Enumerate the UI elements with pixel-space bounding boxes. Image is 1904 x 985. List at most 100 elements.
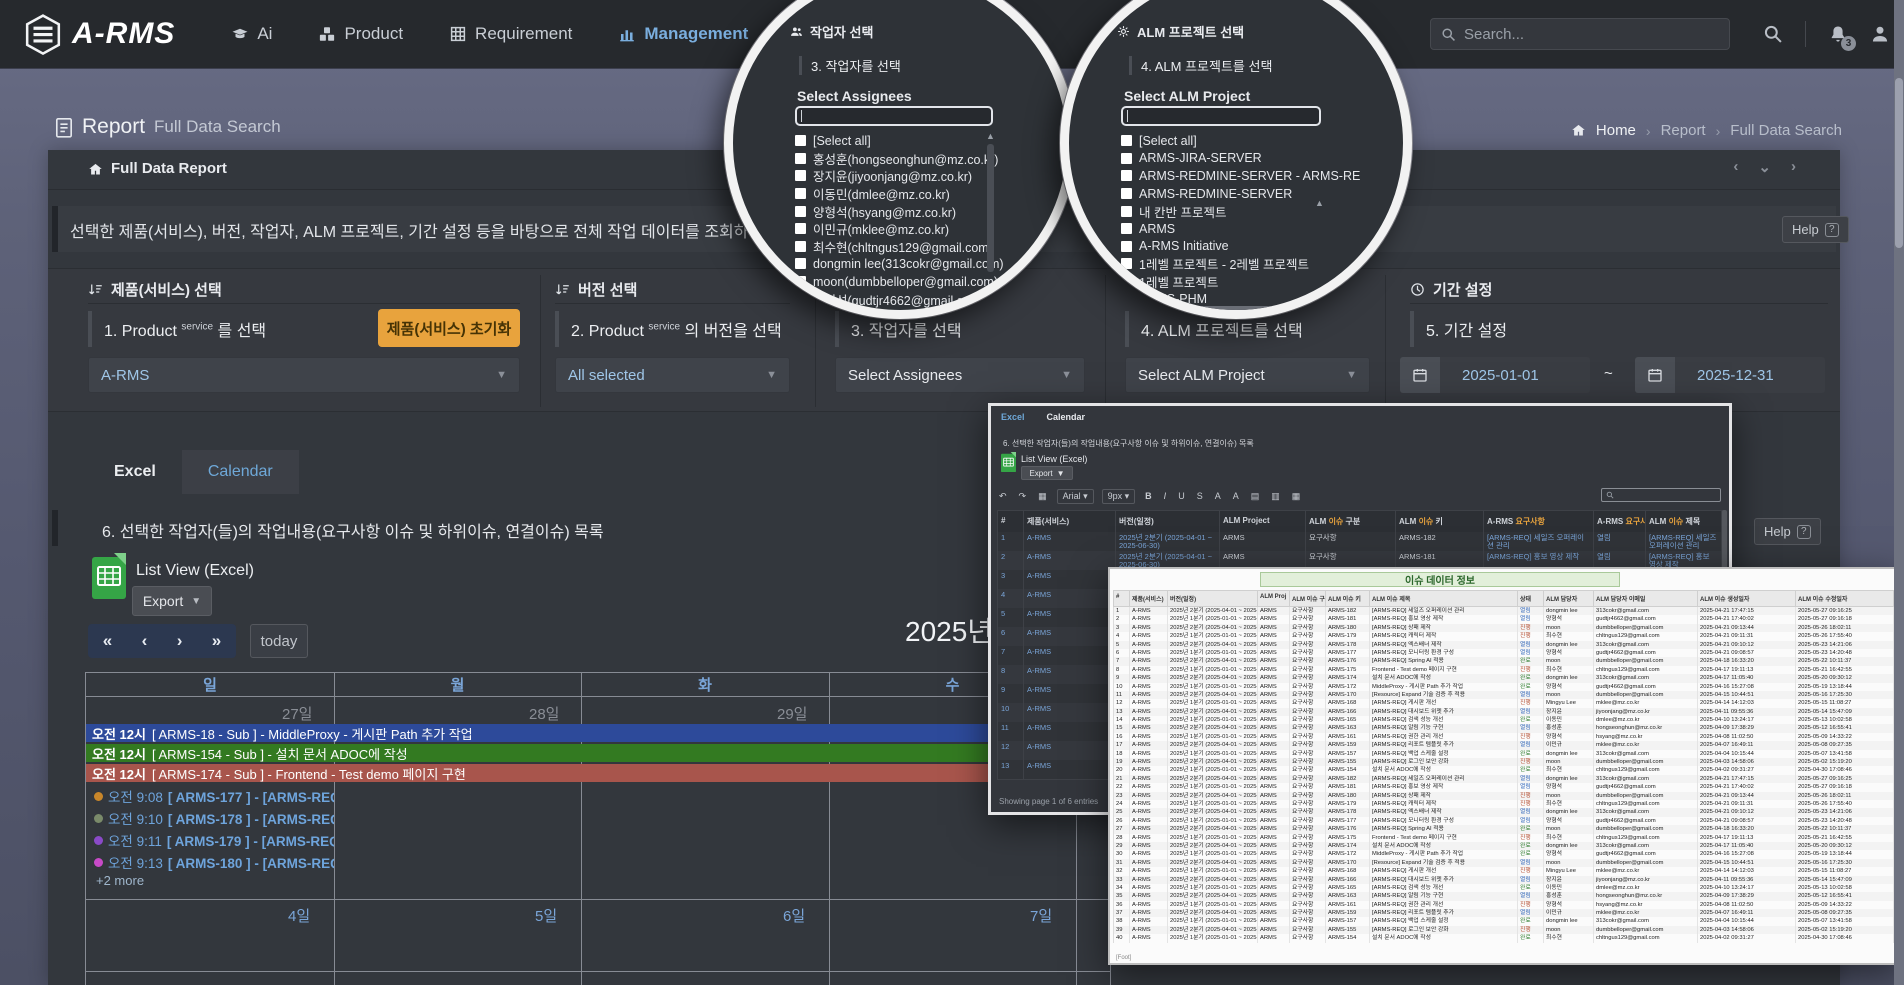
checkbox-icon[interactable] (1121, 188, 1132, 199)
font-family-select[interactable]: Arial ▾ (1057, 489, 1094, 504)
assignee-option[interactable]: 이민규(mklee@mz.co.kr) (795, 220, 995, 238)
checkbox-icon[interactable] (795, 170, 806, 181)
align-icon[interactable]: ▦ (1290, 491, 1303, 502)
popup-table-search[interactable] (1601, 488, 1721, 502)
alm-project-option[interactable]: [Select all] (1121, 132, 1319, 150)
more-events-link[interactable]: +2 more (96, 873, 144, 888)
today-button[interactable]: today (250, 624, 308, 658)
assignee-list-scrollbar[interactable] (987, 144, 994, 272)
issue-table-row[interactable]: 16A-RMS2025년 1분기 (2025-01-01 ~ 2025-03-3… (1113, 733, 1895, 741)
date-from-input[interactable]: 2025-01-01 (1400, 357, 1590, 393)
alm-project-option[interactable]: 1레벨 프로젝트 (1121, 273, 1319, 291)
alm-project-option[interactable]: ARMS-REDMINE-SERVER (1121, 185, 1319, 203)
issue-table-row[interactable]: 14A-RMS2025년 1분기 (2025-01-01 ~ 2025-03-3… (1113, 716, 1895, 724)
prev-year-button[interactable]: « (103, 631, 112, 651)
alm-project-option[interactable]: 내 칸반 프로젝트 (1121, 202, 1319, 220)
undo-icon[interactable]: ↶ (997, 491, 1009, 502)
issue-table-row[interactable]: 8A-RMS2025년 1분기 (2025-01-01 ~ 2025-03-31… (1113, 666, 1895, 674)
calendar-dot-event[interactable]: 오전 9:10 [ ARMS-178 ] - [ARMS-REQ] 엑스버 (94, 808, 334, 828)
panel-next-icon[interactable]: › (1791, 158, 1796, 176)
issue-table-row[interactable]: 34A-RMS2025년 1분기 (2025-01-01 ~ 2025-03-3… (1113, 884, 1895, 892)
assignee-dropdown-label[interactable]: Select Assignees (797, 88, 912, 104)
checkbox-icon[interactable] (1121, 258, 1132, 269)
checkbox-icon[interactable] (1121, 170, 1132, 181)
issue-table-row[interactable]: 28A-RMS2025년 1분기 (2025-01-01 ~ 2025-03-3… (1113, 834, 1895, 842)
issue-table-row[interactable]: 39A-RMS2025년 2분기 (2025-04-01 ~ 2025-06-3… (1113, 926, 1895, 934)
app-logo[interactable]: A-RMS (24, 14, 175, 54)
issue-table-row[interactable]: 38A-RMS2025년 1분기 (2025-01-01 ~ 2025-03-3… (1113, 917, 1895, 925)
issue-table-row[interactable]: 30A-RMS2025년 1분기 (2025-01-01 ~ 2025-03-3… (1113, 850, 1895, 858)
issue-table-row[interactable]: 2A-RMS2025년 1분기 (2025-01-01 ~ 2025-03-31… (1113, 615, 1895, 623)
date-to-input[interactable]: 2025-12-31 (1635, 357, 1825, 393)
checkbox-icon[interactable] (795, 258, 806, 269)
breadcrumb-report[interactable]: Report (1661, 122, 1706, 139)
font-size-select[interactable]: 9px ▾ (1102, 489, 1136, 504)
tab-excel[interactable]: Excel (88, 450, 182, 494)
checkbox-icon[interactable] (795, 153, 806, 164)
issue-table-row[interactable]: 22A-RMS2025년 1분기 (2025-01-01 ~ 2025-03-3… (1113, 783, 1895, 791)
issue-table-row[interactable]: 31A-RMS2025년 2분기 (2025-04-01 ~ 2025-06-3… (1113, 859, 1895, 867)
issue-table-row[interactable]: 40A-RMS2025년 1분기 (2025-01-01 ~ 2025-03-3… (1113, 934, 1895, 942)
checkbox-icon[interactable] (795, 241, 806, 252)
checkbox-icon[interactable] (795, 276, 806, 287)
next-month-button[interactable]: › (177, 631, 183, 651)
issue-table-row[interactable]: 36A-RMS2025년 1분기 (2025-01-01 ~ 2025-03-3… (1113, 901, 1895, 909)
calendar-dot-event[interactable]: 오전 9:08 [ ARMS-177 ] - [ARMS-REQ] 모니터 (94, 786, 334, 806)
assignee-select[interactable]: Select Assignees▼ (835, 357, 1085, 393)
issue-table-row[interactable]: 26A-RMS2025년 1분기 (2025-01-01 ~ 2025-03-3… (1113, 817, 1895, 825)
product-reset-button[interactable]: 제품(서비스) 초기화 (378, 309, 520, 347)
format-button[interactable]: B (1143, 491, 1154, 501)
issue-table-row[interactable]: 10A-RMS2025년 1분기 (2025-01-01 ~ 2025-03-3… (1113, 683, 1895, 691)
checkbox-icon[interactable] (1121, 153, 1132, 164)
issue-table-row[interactable]: 17A-RMS2025년 2분기 (2025-04-01 ~ 2025-06-3… (1113, 741, 1895, 749)
issue-table-row[interactable]: 18A-RMS2025년 1분기 (2025-01-01 ~ 2025-03-3… (1113, 750, 1895, 758)
issue-table-row[interactable]: 25A-RMS2025년 2분기 (2025-04-01 ~ 2025-06-3… (1113, 808, 1895, 816)
assignee-option[interactable]: 장지윤(jiyoonjang@mz.co.kr) (795, 167, 995, 185)
product-select[interactable]: A-RMS▼ (88, 357, 520, 393)
issue-table-row[interactable]: 35A-RMS2025년 2분기 (2025-04-01 ~ 2025-06-3… (1113, 892, 1895, 900)
issue-table-row[interactable]: 37A-RMS2025년 2분기 (2025-04-01 ~ 2025-06-3… (1113, 909, 1895, 917)
checkbox-icon[interactable] (1121, 206, 1132, 217)
global-search-input[interactable]: Search... (1430, 18, 1730, 50)
popup-tab-excel[interactable]: Excel (1001, 412, 1025, 422)
nav-item-requirement[interactable]: Requirement (449, 24, 572, 44)
scroll-up-icon[interactable]: ▲ (1315, 198, 1324, 208)
assignee-option[interactable]: 양형석(hsyang@mz.co.kr) (795, 202, 995, 220)
table-row[interactable]: 1A-RMS2025년 2분기 (2025-04-01 ~ 2025-06-30… (998, 532, 1722, 551)
alm-project-option[interactable]: ARMS (1121, 220, 1319, 238)
format-button[interactable]: I (1162, 491, 1169, 501)
calendar-bar-event[interactable]: 오전 12시[ ARMS-154 - Sub ] - 설치 문서 ADOC에 작… (86, 744, 1112, 762)
panel-prev-icon[interactable]: ‹ (1733, 158, 1738, 176)
scroll-up-icon[interactable]: ▲ (986, 131, 995, 141)
checkbox-icon[interactable] (795, 135, 806, 146)
nav-item-ai[interactable]: Ai (231, 24, 272, 44)
assignee-option[interactable]: [Select all] (795, 132, 995, 150)
issue-table-row[interactable]: 7A-RMS2025년 2분기 (2025-04-01 ~ 2025-06-30… (1113, 657, 1895, 665)
align-icon[interactable]: ▥ (1269, 491, 1282, 502)
assignee-filter-input[interactable] (795, 106, 993, 126)
breadcrumb-full-data-search[interactable]: Full Data Search (1730, 122, 1842, 139)
issue-table-row[interactable]: 6A-RMS2025년 1분기 (2025-01-01 ~ 2025-03-31… (1113, 649, 1895, 657)
help-button[interactable]: Help? (1754, 518, 1821, 545)
popup-tab-calendar[interactable]: Calendar (1047, 412, 1086, 422)
help-button[interactable]: Help? (1782, 216, 1849, 243)
alm-project-option[interactable]: ARMS-JIRA-SERVER (1121, 150, 1319, 168)
popup-export-button[interactable]: Export▼ (1021, 466, 1073, 480)
issue-table-row[interactable]: 12A-RMS2025년 1분기 (2025-01-01 ~ 2025-03-3… (1113, 699, 1895, 707)
paste-icon[interactable]: ▦ (1036, 491, 1049, 502)
checkbox-icon[interactable] (1121, 135, 1132, 146)
assignee-option[interactable]: 최수현(chltngus129@gmail.com) (795, 238, 995, 256)
checkbox-icon[interactable] (1121, 294, 1132, 305)
issue-table-row[interactable]: 27A-RMS2025년 2분기 (2025-04-01 ~ 2025-06-3… (1113, 825, 1895, 833)
issue-table-row[interactable]: 11A-RMS2025년 2분기 (2025-04-01 ~ 2025-06-3… (1113, 691, 1895, 699)
alm-dropdown-label[interactable]: Select ALM Project (1124, 88, 1250, 104)
prev-month-button[interactable]: ‹ (142, 631, 148, 651)
issue-table-row[interactable]: 3A-RMS2025년 2분기 (2025-04-01 ~ 2025-06-30… (1113, 624, 1895, 632)
page-scrollbar[interactable] (1894, 0, 1904, 985)
alm-project-option[interactable]: 1레벨 프로젝트 - 2레벨 프로젝트 (1121, 255, 1319, 273)
assignee-option[interactable]: 이동민(dmlee@mz.co.kr) (795, 185, 995, 203)
issue-table-row[interactable]: 24A-RMS2025년 1분기 (2025-01-01 ~ 2025-03-3… (1113, 800, 1895, 808)
issue-table-row[interactable]: 33A-RMS2025년 2분기 (2025-04-01 ~ 2025-06-3… (1113, 876, 1895, 884)
issue-table-row[interactable]: 4A-RMS2025년 1분기 (2025-01-01 ~ 2025-03-31… (1113, 632, 1895, 640)
nav-item-product[interactable]: Product (318, 24, 403, 44)
